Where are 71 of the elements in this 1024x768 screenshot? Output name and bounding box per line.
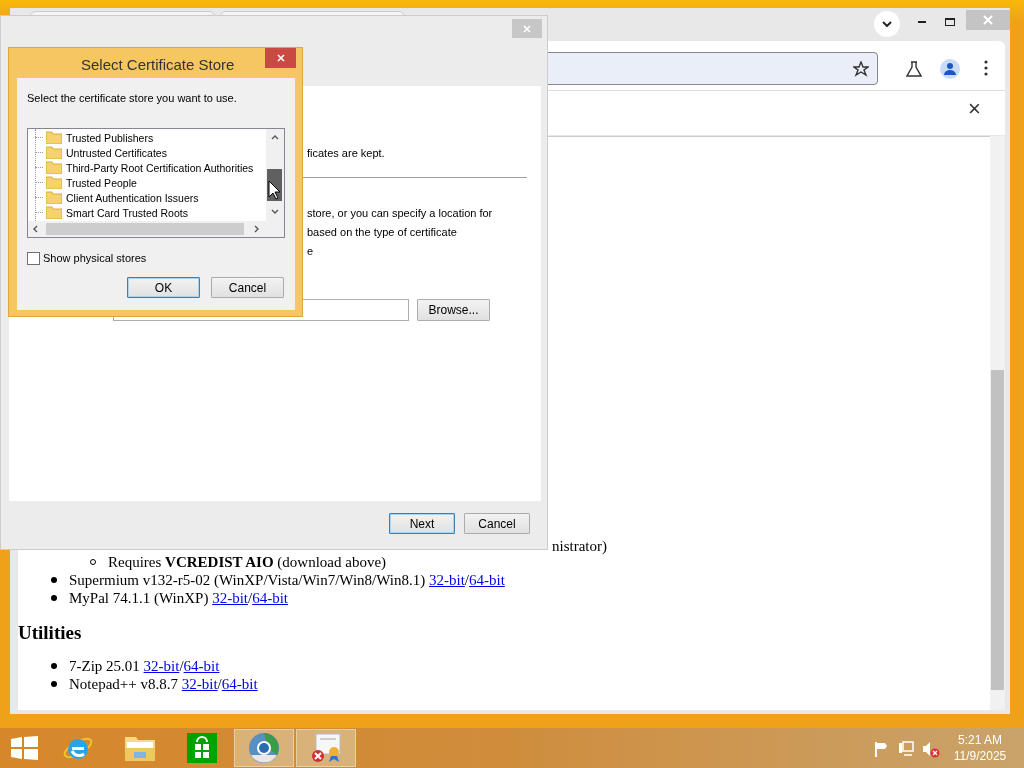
mouse-cursor-icon <box>268 180 281 200</box>
avatar-icon[interactable] <box>940 59 960 79</box>
folder-icon <box>124 734 156 762</box>
close-icon <box>276 54 285 62</box>
wizard-text: store, or you can specify a location for <box>307 206 494 221</box>
browse-button[interactable]: Browse... <box>417 299 490 321</box>
tree-item[interactable]: Client Authentication Issuers <box>66 190 199 205</box>
checkbox-label: Show physical stores <box>43 251 147 266</box>
flask-icon[interactable] <box>906 61 922 77</box>
muted-speaker-icon[interactable] <box>922 740 940 758</box>
clock-date: 11/9/2025 <box>953 748 1007 764</box>
scrollbar[interactable] <box>990 136 1005 710</box>
checkbox[interactable] <box>27 251 40 265</box>
folder-icon <box>46 161 62 174</box>
download-link[interactable]: 64-bit <box>221 672 258 696</box>
taskbar-button[interactable] <box>234 729 294 767</box>
store-tree[interactable]: Trusted Publishers Untrusted Certificates Third-Party Root Certification Authorities Trusted People Client Authentication Issuers Smart Card Trusted Roots <box>27 128 285 238</box>
bullet-icon <box>51 681 57 687</box>
bullet-icon <box>51 577 57 583</box>
scroll-right-icon[interactable] <box>254 225 259 233</box>
close-icon <box>523 24 531 33</box>
tree-item[interactable]: Smart Card Trusted Roots <box>66 205 188 220</box>
folder-icon <box>46 206 62 219</box>
certificate-icon <box>310 732 342 764</box>
section-heading: Utilities <box>18 621 83 645</box>
ok-button[interactable]: OK <box>127 277 200 298</box>
scroll-left-icon[interactable] <box>33 225 38 233</box>
scrollbar-thumb[interactable] <box>46 223 244 235</box>
list-item-text: nistrator) <box>552 538 607 554</box>
bullet-icon <box>51 595 57 601</box>
star-icon[interactable] <box>853 60 869 77</box>
folder-icon <box>46 131 62 144</box>
tree-item[interactable]: Trusted People <box>66 175 137 190</box>
scrollbar-thumb[interactable] <box>991 370 1004 690</box>
chevron-down-icon <box>882 21 892 27</box>
windows-start-icon[interactable] <box>11 736 38 760</box>
folder-icon <box>46 146 62 159</box>
taskbar-button[interactable] <box>296 729 356 767</box>
bullet-icon <box>51 663 57 669</box>
tab-search-button[interactable] <box>874 11 900 37</box>
download-link[interactable]: 32-bit <box>429 568 465 592</box>
scroll-up-icon[interactable] <box>271 135 279 140</box>
close-icon <box>983 15 993 25</box>
scroll-down-icon[interactable] <box>271 209 279 214</box>
list-item-text: / <box>179 656 184 676</box>
tree-item[interactable]: Untrusted Certificates <box>66 145 167 160</box>
tree-item[interactable]: Third-Party Root Certification Authorities <box>66 160 254 175</box>
cancel-button[interactable]: Cancel <box>211 277 284 298</box>
next-button[interactable]: Next <box>389 513 455 534</box>
list-item-text: MyPal 74.1.1 (WinXP) <box>69 588 210 608</box>
wizard-text: ficates are kept. <box>307 146 386 161</box>
folder-icon <box>46 176 62 189</box>
close-button[interactable] <box>265 48 296 68</box>
download-link[interactable]: 64-bit <box>469 568 505 592</box>
globe-icon <box>248 732 280 764</box>
cancel-button[interactable]: Cancel <box>464 513 530 534</box>
close-infobar-button[interactable]: × <box>968 97 981 121</box>
list-item-text: / <box>248 588 253 608</box>
list-item-text: / <box>217 674 222 694</box>
wizard-text: based on the type of certificate <box>307 225 458 240</box>
list-item-text: 7-Zip 25.01 <box>69 656 141 676</box>
tree-item[interactable]: Trusted Publishers <box>66 130 154 145</box>
list-item-text: / <box>464 570 469 590</box>
list-item-text: Requires VCREDIST AIO (download above) <box>108 552 387 572</box>
shopping-bag-icon <box>187 733 217 763</box>
wizard-text: e <box>307 244 315 259</box>
dialog-title: Select Certificate Store <box>81 55 235 75</box>
folder-icon <box>46 191 62 204</box>
clock-time: 5:21 AM <box>958 732 1002 748</box>
instruction-text: Select the certificate store you want to use. <box>27 91 237 106</box>
menu-icon[interactable] <box>984 60 988 76</box>
